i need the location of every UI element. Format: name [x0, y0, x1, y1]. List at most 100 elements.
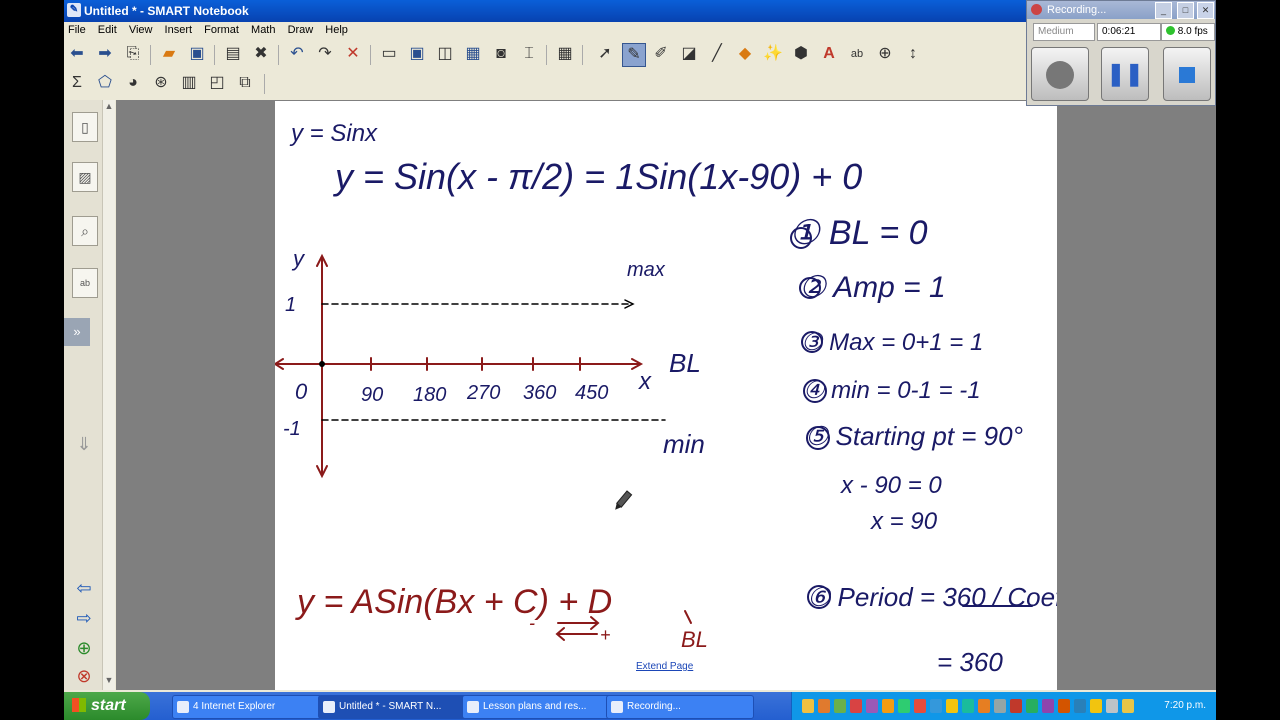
- tray-icon-4[interactable]: [850, 699, 862, 713]
- tray-icon-20[interactable]: [1106, 699, 1118, 713]
- chart-icon[interactable]: ⊛: [150, 72, 172, 94]
- extend-page-link[interactable]: Extend Page: [636, 661, 693, 672]
- eraser-icon[interactable]: ◪: [678, 43, 700, 65]
- taskbar: start 4 Internet Explorer Untitled * - S…: [64, 692, 1216, 720]
- properties-icon[interactable]: ab: [72, 268, 98, 298]
- tray-icon-17[interactable]: [1058, 699, 1070, 713]
- table-icon[interactable]: ▦: [554, 43, 576, 65]
- attachments-icon[interactable]: ⌕: [72, 216, 98, 246]
- show-screen-icon[interactable]: ▣: [406, 43, 428, 65]
- tray-icon-3[interactable]: [834, 699, 846, 713]
- stop-button[interactable]: [1163, 47, 1211, 101]
- tray-icon-21[interactable]: [1122, 699, 1134, 713]
- back-arrow-icon[interactable]: ⬅: [66, 43, 88, 65]
- shapes-icon[interactable]: ◆: [734, 43, 756, 65]
- tray-icon-9[interactable]: [930, 699, 942, 713]
- capture-icon[interactable]: ◙: [490, 43, 512, 65]
- more-icon[interactable]: ↕: [902, 43, 924, 65]
- scroll-down-icon[interactable]: ▼: [103, 675, 115, 689]
- pause-button[interactable]: ❚❚: [1101, 47, 1149, 101]
- menu-edit[interactable]: Edit: [94, 22, 122, 36]
- delete-page-icon[interactable]: ✖: [250, 43, 272, 65]
- tray-icon-13[interactable]: [994, 699, 1006, 713]
- add-page-icon[interactable]: ⎘: [122, 43, 144, 65]
- tray-icon-6[interactable]: [882, 699, 894, 713]
- start-button[interactable]: start: [64, 692, 150, 720]
- task-internet-explorer[interactable]: 4 Internet Explorer: [172, 695, 322, 719]
- vertical-scrollbar[interactable]: ▲ ▼: [102, 100, 115, 690]
- forward-arrow-icon[interactable]: ➡: [94, 43, 116, 65]
- screen-shade-icon[interactable]: ▭: [378, 43, 400, 65]
- menu-format[interactable]: Format: [200, 22, 244, 36]
- spell-icon[interactable]: ab: [846, 43, 868, 65]
- tray-icon-12[interactable]: [978, 699, 990, 713]
- whiteboard-page[interactable]: y = Sinx y = Sin(x - π/2) = 1Sin(1x-90) …: [275, 101, 1057, 690]
- table-insert-icon[interactable]: ▥: [178, 72, 200, 94]
- graph-x-tick-270: 270: [466, 382, 500, 404]
- minimize-icon[interactable]: _: [1155, 2, 1172, 19]
- graph-x-label: x: [638, 368, 652, 395]
- 3d-tools-icon[interactable]: ◕: [122, 72, 144, 94]
- menu-insert[interactable]: Insert: [161, 22, 198, 36]
- scroll-up-icon[interactable]: ▲: [103, 101, 115, 115]
- tray-icon-11[interactable]: [962, 699, 974, 713]
- menu-math[interactable]: Math: [247, 22, 280, 36]
- pen-icon[interactable]: ✎: [622, 43, 646, 67]
- measure-icon[interactable]: ⊕: [874, 43, 896, 65]
- move-sidebar-icon[interactable]: ⇓: [70, 434, 98, 454]
- tray-icon-15[interactable]: [1026, 699, 1038, 713]
- record-button[interactable]: [1031, 47, 1089, 101]
- menu-view[interactable]: View: [125, 22, 158, 36]
- quality-select[interactable]: Medium: [1033, 23, 1095, 41]
- save-icon[interactable]: ▣: [186, 43, 208, 65]
- tray-icon-19[interactable]: [1090, 699, 1102, 713]
- tray-icon-5[interactable]: [866, 699, 878, 713]
- tray-icon-8[interactable]: [914, 699, 926, 713]
- magic-pen-icon[interactable]: ✨: [762, 43, 784, 65]
- close-icon[interactable]: ✕: [1197, 2, 1214, 19]
- previous-page-icon[interactable]: ⇦: [70, 578, 98, 598]
- collapse-sidebar-icon[interactable]: »: [64, 318, 90, 346]
- maximize-icon[interactable]: □: [1177, 2, 1194, 19]
- fill-icon[interactable]: ⬢: [790, 43, 812, 65]
- task-smart-notebook[interactable]: Untitled * - SMART N...: [318, 695, 472, 719]
- sigma-icon[interactable]: Σ: [66, 72, 88, 94]
- tray-icon-16[interactable]: [1042, 699, 1054, 713]
- menu-draw[interactable]: Draw: [284, 22, 319, 36]
- table-tool-icon[interactable]: ⌶: [518, 43, 540, 65]
- creative-pen-icon[interactable]: ✐: [650, 43, 672, 65]
- pause-icon: ❚❚: [1106, 61, 1144, 86]
- text-icon[interactable]: A: [818, 43, 840, 65]
- open-folder-icon[interactable]: ▰: [158, 43, 180, 65]
- select-icon[interactable]: ➚: [594, 43, 616, 65]
- math-shapes-icon[interactable]: ⬠: [94, 72, 116, 94]
- add-on-icon[interactable]: ⧉: [234, 72, 256, 94]
- task-chrome[interactable]: Lesson plans and res...: [462, 695, 614, 719]
- tray-icon-2[interactable]: [818, 699, 830, 713]
- delete-icon[interactable]: ✕: [342, 43, 364, 65]
- tray-icon-7[interactable]: [898, 699, 910, 713]
- dual-page-icon[interactable]: ◫: [434, 43, 456, 65]
- graph-x-tick-90: 90: [361, 384, 383, 406]
- graph-x-tick-360: 360: [523, 382, 556, 404]
- tray-icon-1[interactable]: [802, 699, 814, 713]
- tray-icon-10[interactable]: [946, 699, 958, 713]
- full-screen-icon[interactable]: ▦: [462, 43, 484, 65]
- graph-icon[interactable]: ◰: [206, 72, 228, 94]
- line-icon[interactable]: ╱: [706, 43, 728, 65]
- gallery-icon[interactable]: ▨: [72, 162, 98, 192]
- tray-icon-14[interactable]: [1010, 699, 1022, 713]
- page-sorter-icon[interactable]: ▯: [72, 112, 98, 142]
- undo-icon[interactable]: ↶: [286, 43, 308, 65]
- task-recording[interactable]: Recording...: [606, 695, 754, 719]
- next-page-icon[interactable]: ⇨: [70, 608, 98, 628]
- tray-icon-18[interactable]: [1074, 699, 1086, 713]
- delete-page-side-icon[interactable]: ⊗: [70, 666, 98, 686]
- menu-file[interactable]: File: [64, 22, 91, 36]
- menu-help[interactable]: Help: [321, 22, 353, 36]
- paste-icon[interactable]: ▤: [222, 43, 244, 65]
- equation-line-2: y = Sin(x - π/2) = 1Sin(1x-90) + 0: [332, 156, 862, 197]
- step-6-result: = 360: [937, 647, 1003, 677]
- add-page-side-icon[interactable]: ⊕: [70, 638, 98, 658]
- redo-icon[interactable]: ↷: [314, 43, 336, 65]
